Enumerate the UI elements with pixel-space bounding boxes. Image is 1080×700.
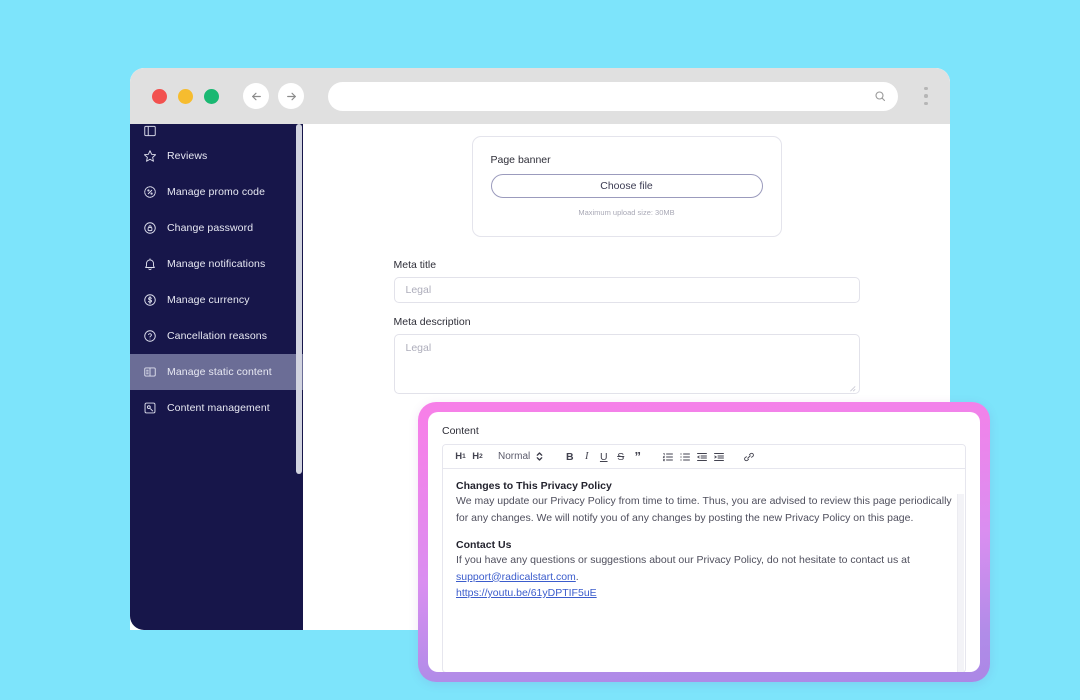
bullet-list-icon <box>679 451 691 463</box>
kebab-dot-icon <box>924 86 928 91</box>
italic-button[interactable]: I <box>578 447 595 467</box>
arrow-right-icon <box>285 90 298 103</box>
sidebar-item-manage-static-content[interactable]: Manage static content <box>130 354 303 390</box>
sidebar-item-label: Manage promo code <box>167 186 266 198</box>
sidebar-item-manage-notifications[interactable]: Manage notifications <box>130 246 303 282</box>
back-button[interactable] <box>243 83 269 109</box>
sidebar-item-partial[interactable] <box>130 124 303 138</box>
underline-button[interactable]: U <box>595 447 612 467</box>
editor-toolbar: H1 H2 Normal B I U S ” <box>443 445 965 469</box>
sidebar-item-label: Cancellation reasons <box>167 330 268 342</box>
chevron-updown-icon <box>536 451 543 462</box>
star-icon <box>142 149 157 164</box>
sidebar-item-manage-currency[interactable]: Manage currency <box>130 282 303 318</box>
content-paragraph-2-text: If you have any questions or suggestions… <box>456 554 910 566</box>
meta-description-label: Meta description <box>393 316 471 328</box>
maximize-window-button[interactable] <box>204 88 219 104</box>
strikethrough-button[interactable]: S <box>612 447 629 467</box>
sidebar-scrollbar[interactable] <box>296 124 302 474</box>
sidebar-item-content-management[interactable]: Content management <box>130 390 303 426</box>
kebab-dot-icon <box>924 101 928 106</box>
bullet-list-button[interactable] <box>676 447 693 467</box>
sidebar: Reviews Manage promo code Change passwor… <box>130 124 303 630</box>
forward-button[interactable] <box>278 83 304 109</box>
editor-scrollbar[interactable] <box>957 494 964 672</box>
sidebar-item-change-password[interactable]: Change password <box>130 210 303 246</box>
content-heading-1: Changes to This Privacy Policy <box>456 480 612 492</box>
sidebar-item-manage-promo-code[interactable]: Manage promo code <box>130 174 303 210</box>
bold-button[interactable]: B <box>561 447 578 467</box>
meta-description-input[interactable]: Legal <box>393 334 860 394</box>
bell-icon <box>142 257 157 272</box>
sidebar-item-label: Content management <box>167 402 270 414</box>
upload-size-hint: Maximum upload size: 30MB <box>578 208 675 217</box>
content-highlight-frame: Content H1 H2 Normal B I U S ” Changes t… <box>418 402 990 682</box>
sidebar-item-label: Manage currency <box>167 294 250 306</box>
close-window-button[interactable] <box>152 88 167 104</box>
choose-file-button[interactable]: Choose file <box>490 174 763 198</box>
sidebar-item-label: Manage notifications <box>167 258 266 270</box>
grid-icon <box>142 124 157 138</box>
navigation-buttons <box>243 83 304 109</box>
lock-circle-icon <box>142 221 157 236</box>
resize-handle-icon[interactable] <box>848 383 856 392</box>
browser-chrome-bar <box>130 68 950 124</box>
meta-title-input[interactable]: Legal <box>393 277 860 303</box>
editor-content[interactable]: Changes to This Privacy Policy We may up… <box>443 469 965 672</box>
youtube-link[interactable]: https://youtu.be/61yDPTIF5uE <box>456 587 597 599</box>
sidebar-nav-list: Reviews Manage promo code Change passwor… <box>130 124 303 426</box>
heading-1-sub: 1 <box>462 453 466 460</box>
content-paragraph-2: If you have any questions or suggestions… <box>456 552 952 585</box>
static-content-form: Page banner Choose file Maximum upload s… <box>393 130 860 394</box>
heading-2-label: H <box>472 451 480 462</box>
percent-circle-icon <box>142 185 157 200</box>
heading-2-sub: 2 <box>479 453 483 460</box>
rich-text-editor: H1 H2 Normal B I U S ” Changes to This P… <box>442 444 966 672</box>
minimize-window-button[interactable] <box>178 88 193 104</box>
outdent-button[interactable] <box>693 447 710 467</box>
content-panel: Content H1 H2 Normal B I U S ” Changes t… <box>428 412 980 672</box>
sidebar-item-label: Reviews <box>167 150 208 162</box>
static-content-icon <box>142 365 157 380</box>
content-label: Content <box>442 425 479 437</box>
blockquote-button[interactable]: ” <box>629 447 646 467</box>
search-icon[interactable] <box>874 90 886 102</box>
link-button[interactable] <box>740 447 757 467</box>
format-select-value: Normal <box>498 451 531 462</box>
content-paragraph-2-suffix: . <box>575 570 579 583</box>
question-circle-icon <box>142 329 157 344</box>
sidebar-item-label: Change password <box>167 222 254 234</box>
indent-icon <box>713 451 725 463</box>
link-icon <box>743 451 755 463</box>
ordered-list-button[interactable] <box>659 447 676 467</box>
content-paragraph-3: https://youtu.be/61yDPTIF5uE <box>456 585 952 602</box>
page-banner-card: Page banner Choose file Maximum upload s… <box>471 136 782 237</box>
indent-button[interactable] <box>710 447 727 467</box>
heading-1-button[interactable]: H1 <box>452 447 469 467</box>
format-select[interactable]: Normal <box>498 451 543 462</box>
content-paragraph-1: We may update our Privacy Policy from ti… <box>456 495 952 524</box>
meta-title-label: Meta title <box>393 259 437 271</box>
heading-2-button[interactable]: H2 <box>469 447 486 467</box>
arrow-left-icon <box>250 90 263 103</box>
address-bar[interactable] <box>328 81 898 111</box>
meta-description-placeholder: Legal <box>405 342 432 354</box>
page-banner-label: Page banner <box>490 154 551 166</box>
outdent-icon <box>696 451 708 463</box>
dollar-circle-icon <box>142 293 157 308</box>
ordered-list-icon <box>662 451 674 463</box>
window-controls <box>152 88 219 104</box>
sidebar-item-label: Manage static content <box>167 366 272 378</box>
kebab-dot-icon <box>924 94 928 98</box>
content-management-icon <box>142 401 157 416</box>
sidebar-item-reviews[interactable]: Reviews <box>130 138 303 174</box>
sidebar-item-cancellation-reasons[interactable]: Cancellation reasons <box>130 318 303 354</box>
browser-menu-button[interactable] <box>916 82 936 111</box>
support-email-link[interactable]: support@radicalstart.com <box>456 571 576 583</box>
heading-1-label: H <box>455 451 463 462</box>
content-heading-2: Contact Us <box>456 539 512 551</box>
